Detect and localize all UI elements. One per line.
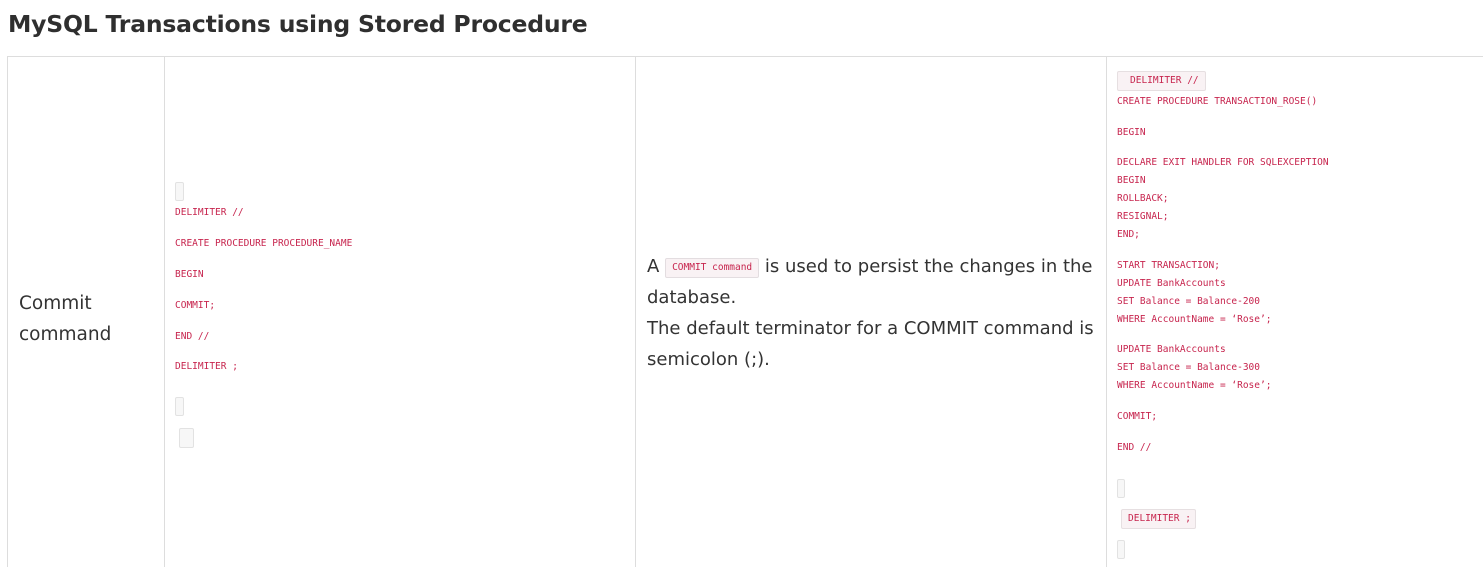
- syntax-line: DELIMITER ;: [175, 361, 238, 372]
- example-line: SET Balance = Balance-300: [1117, 362, 1260, 373]
- empty-code-chip: [179, 428, 194, 448]
- syntax-line: END //: [175, 331, 210, 342]
- description: A COMMIT command is used to persist the …: [647, 251, 1097, 375]
- example-delimiter-end: DELIMITER ;: [1128, 513, 1191, 524]
- example-line: START TRANSACTION;: [1117, 260, 1220, 271]
- example-line: ROLLBACK;: [1117, 193, 1169, 204]
- example-line: WHERE AccountName = ‘Rose’;: [1117, 380, 1272, 391]
- example-line: DECLARE EXIT HANDLER FOR SQLEXCEPTION: [1117, 157, 1329, 168]
- empty-code-chip: [175, 397, 184, 416]
- inline-code: COMMIT command: [665, 258, 760, 278]
- command-name: Commit command: [19, 293, 112, 345]
- description-line-2: The default terminator for a COMMIT comm…: [647, 318, 1094, 370]
- empty-code-chip: [175, 182, 184, 201]
- example-cell: DELIMITER // CREATE PROCEDURE TRANSACTIO…: [1107, 57, 1483, 567]
- syntax-line: COMMIT;: [175, 300, 216, 311]
- page-title: MySQL Transactions using Stored Procedur…: [8, 10, 588, 38]
- description-line-1: A COMMIT command is used to persist the …: [647, 251, 1097, 313]
- transactions-table: Commit command DELIMITER // CREATE PROCE…: [7, 56, 1483, 567]
- example-line: WHERE AccountName = ‘Rose’;: [1117, 314, 1272, 325]
- syntax-line: CREATE PROCEDURE PROCEDURE_NAME: [175, 238, 353, 249]
- syntax-line: BEGIN: [175, 269, 204, 280]
- syntax-cell: DELIMITER // CREATE PROCEDURE PROCEDURE_…: [165, 57, 636, 567]
- description-cell: A COMMIT command is used to persist the …: [636, 57, 1107, 567]
- example-line: BEGIN: [1117, 127, 1146, 138]
- empty-code-chip: [1117, 479, 1125, 498]
- example-line: END //: [1117, 442, 1152, 453]
- example-line: UPDATE BankAccounts: [1117, 278, 1226, 289]
- example-line: CREATE PROCEDURE TRANSACTION_ROSE(): [1117, 96, 1318, 107]
- command-name-cell: Commit command: [8, 57, 165, 567]
- example-line: COMMIT;: [1117, 411, 1158, 422]
- example-delimiter-start: DELIMITER //: [1130, 75, 1199, 86]
- description-prefix: A: [647, 256, 660, 277]
- empty-code-chip: [1117, 540, 1125, 559]
- example-line: UPDATE BankAccounts: [1117, 344, 1226, 355]
- example-line: RESIGNAL;: [1117, 211, 1169, 222]
- example-line: BEGIN: [1117, 175, 1146, 186]
- syntax-line: DELIMITER //: [175, 207, 244, 218]
- example-line: END;: [1117, 229, 1140, 240]
- example-line: SET Balance = Balance-200: [1117, 296, 1260, 307]
